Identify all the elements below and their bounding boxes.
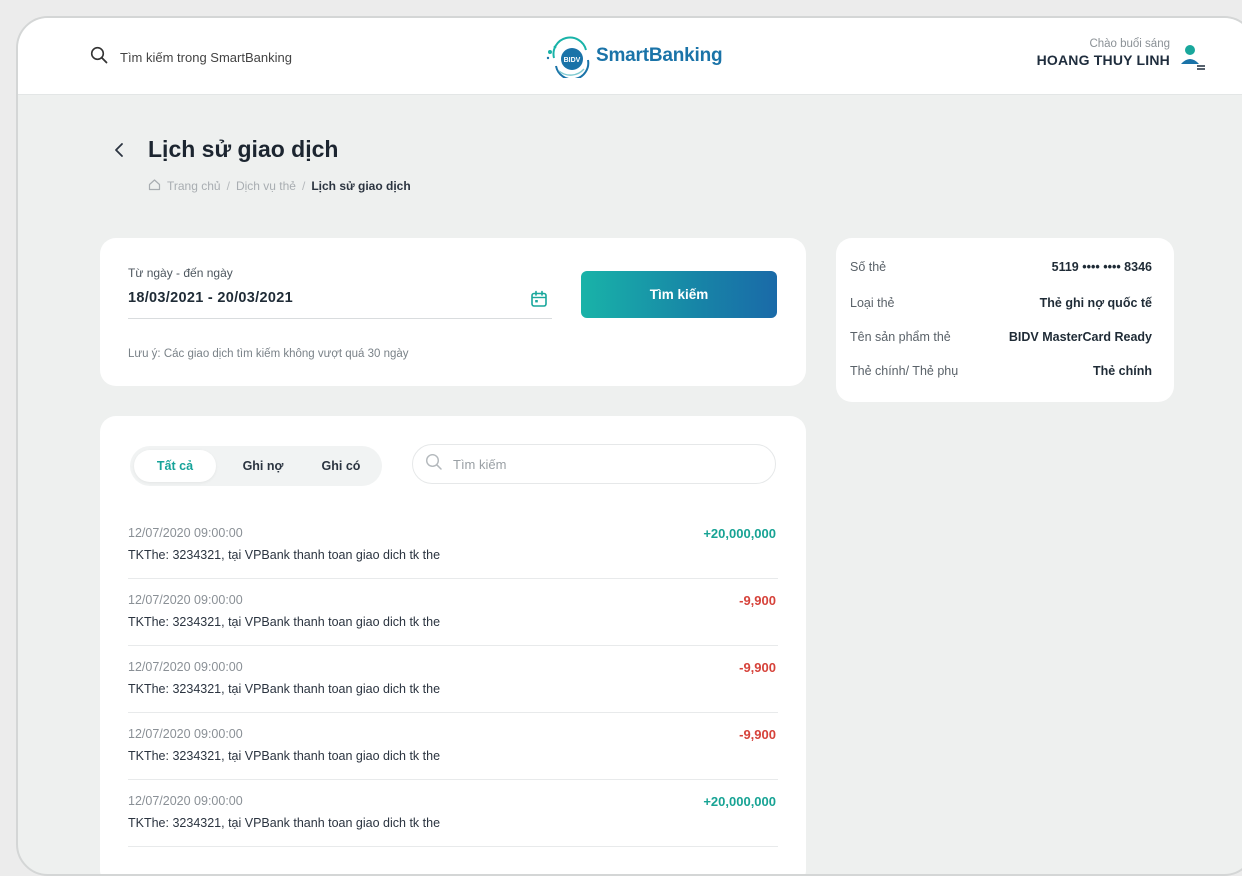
breadcrumb: Trang chủ / Dịch vụ thẻ / Lịch sử giao d… — [148, 178, 411, 194]
user-greeting: Chào buổi sáng HOANG THUY LINH — [1037, 38, 1170, 68]
transaction-list-card: Tất cả Ghi nợ Ghi có Tìm kiếm 12/07/2020… — [100, 416, 806, 874]
search-icon — [425, 453, 443, 476]
page-title: Lịch sử giao dịch — [148, 136, 339, 162]
tab-credit[interactable]: Ghi có — [306, 446, 376, 486]
breadcrumb-current: Lịch sử giao dịch — [311, 179, 411, 193]
transaction-description: TKThe: 3234321, tại VPBank thanh toan gi… — [128, 749, 441, 763]
card-info-panel: Số thẻ 5119 •••• •••• 8346 Loại thẻ Thẻ … — [836, 238, 1174, 402]
breadcrumb-home[interactable]: Trang chủ — [167, 179, 221, 193]
global-search[interactable]: Tìm kiếm trong SmartBanking — [90, 46, 292, 69]
top-bar: Tìm kiếm trong SmartBanking BIDV SmartBa… — [18, 18, 1242, 95]
user-name: HOANG THUY LINH — [1036, 52, 1170, 68]
transaction-filter-tabs: Tất cả Ghi nợ Ghi có — [130, 446, 382, 486]
transaction-search-input[interactable]: Tìm kiếm — [412, 444, 776, 484]
user-avatar-icon[interactable] — [1178, 42, 1206, 72]
transaction-row[interactable]: 12/07/2020 09:00:00 TKThe: 3234321, tại … — [128, 780, 778, 847]
breadcrumb-separator: / — [226, 179, 230, 193]
app-window: Tìm kiếm trong SmartBanking BIDV SmartBa… — [16, 16, 1242, 876]
calendar-icon[interactable] — [530, 290, 548, 313]
transaction-description: TKThe: 3234321, tại VPBank thanh toan gi… — [128, 548, 441, 562]
card-product-label: Tên sản phẩm thẻ — [850, 330, 951, 344]
card-type-row: Loại thẻ Thẻ ghi nợ quốc tế — [850, 296, 1152, 310]
transaction-description: TKThe: 3234321, tại VPBank thanh toan gi… — [128, 615, 441, 629]
transaction-datetime: 12/07/2020 09:00:00 — [128, 794, 243, 808]
card-number-row: Số thẻ 5119 •••• •••• 8346 — [850, 260, 1152, 274]
transaction-row[interactable]: 12/07/2020 09:00:00 TKThe: 3234321, tại … — [128, 579, 778, 646]
transaction-search-placeholder: Tìm kiếm — [453, 456, 507, 472]
greeting-text: Chào buổi sáng — [1089, 38, 1170, 50]
transaction-datetime: 12/07/2020 09:00:00 — [128, 727, 243, 741]
transaction-description: TKThe: 3234321, tại VPBank thanh toan gi… — [128, 682, 441, 696]
transaction-amount: -9,900 — [739, 727, 776, 742]
tab-all[interactable]: Tất cả — [134, 450, 216, 482]
card-number-value: 5119 •••• •••• 8346 — [1051, 260, 1152, 274]
card-product-value: BIDV MasterCard Ready — [1008, 330, 1152, 344]
transaction-amount: +20,000,000 — [703, 794, 776, 809]
date-range-field[interactable]: 18/03/2021 - 20/03/2021 — [128, 290, 293, 306]
transaction-datetime: 12/07/2020 09:00:00 — [128, 526, 243, 540]
transaction-amount: -9,900 — [739, 660, 776, 675]
brand-name: SmartBanking — [596, 45, 723, 66]
card-role-row: Thẻ chính/ Thẻ phụ Thẻ chính — [850, 364, 1152, 378]
transaction-datetime: 12/07/2020 09:00:00 — [128, 660, 243, 674]
transaction-row[interactable]: 12/07/2020 09:00:00 TKThe: 3234321, tại … — [128, 713, 778, 780]
card-role-value: Thẻ chính — [1092, 364, 1152, 378]
transaction-datetime: 12/07/2020 09:00:00 — [128, 593, 243, 607]
brand-logo[interactable]: BIDV SmartBanking — [546, 36, 723, 81]
bidv-badge-text: BIDV — [564, 57, 581, 64]
transaction-row[interactable]: 12/07/2020 09:00:00 TKThe: 3234321, tại … — [128, 646, 778, 713]
transaction-row[interactable]: 12/07/2020 09:00:00 TKThe: 3234321, tại … — [128, 512, 778, 579]
breadcrumb-separator: / — [301, 179, 306, 193]
bidv-logo-icon: BIDV — [546, 36, 590, 81]
home-icon[interactable] — [148, 178, 161, 194]
card-role-label: Thẻ chính/ Thẻ phụ — [850, 364, 959, 378]
date-range-label: Từ ngày - đến ngày — [128, 266, 233, 280]
global-search-placeholder: Tìm kiếm trong SmartBanking — [120, 50, 292, 65]
tab-debit[interactable]: Ghi nợ — [226, 446, 300, 486]
filter-card: Từ ngày - đến ngày 18/03/2021 - 20/03/20… — [100, 238, 806, 386]
transaction-description: TKThe: 3234321, tại VPBank thanh toan gi… — [128, 816, 441, 830]
transaction-amount: +20,000,000 — [703, 526, 776, 541]
search-note: Lưu ý: Các giao dịch tìm kiếm không vượt… — [128, 348, 409, 360]
card-number-label: Số thẻ — [850, 260, 887, 274]
back-arrow-icon[interactable] — [112, 142, 126, 163]
card-product-row: Tên sản phẩm thẻ BIDV MasterCard Ready — [850, 330, 1152, 344]
breadcrumb-card-services[interactable]: Dịch vụ thẻ — [236, 179, 296, 193]
search-icon — [90, 46, 108, 69]
transaction-amount: -9,900 — [739, 593, 776, 608]
card-type-value: Thẻ ghi nợ quốc tế — [1039, 296, 1152, 310]
date-field-underline — [128, 318, 552, 319]
search-button[interactable]: Tìm kiếm — [581, 271, 777, 318]
card-type-label: Loại thẻ — [850, 296, 895, 310]
